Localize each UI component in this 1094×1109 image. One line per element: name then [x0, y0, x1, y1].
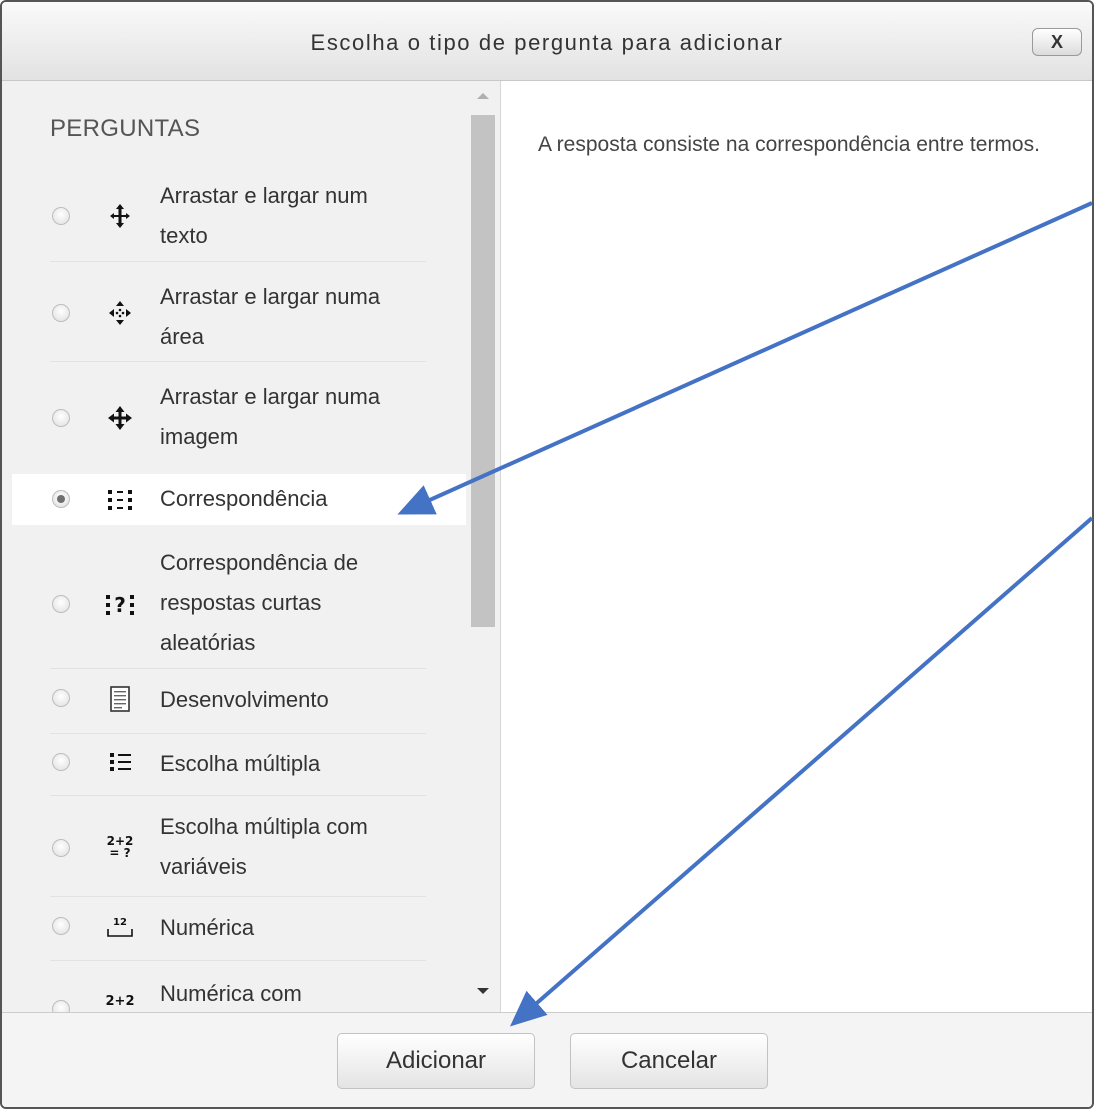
close-button[interactable]: X — [1032, 28, 1082, 56]
option-label: Desenvolvimento — [160, 687, 329, 712]
calculated-icon: 2+2 — [104, 982, 136, 1012]
option-label: Numérica com — [160, 981, 302, 1006]
option-drag-drop-text[interactable]: Arrastar e largar num texto — [50, 171, 426, 262]
option-label: Arrastar e largar numa área — [160, 284, 381, 349]
radio-button[interactable] — [52, 207, 70, 225]
option-label: Escolha múltipla — [160, 751, 321, 776]
formula-bottom-glyph: = ? — [109, 846, 130, 860]
option-drag-drop-area[interactable]: Arrastar e largar numa área — [50, 261, 426, 362]
numerical-icon: 12 — [104, 908, 136, 944]
calculated-multichoice-icon: 2+2 = ? — [104, 829, 136, 865]
section-title: PERGUNTAS — [50, 115, 201, 142]
question-type-list: PERGUNTAS Arrastar e largar num texto Ar… — [2, 81, 466, 1012]
move-area-icon — [104, 295, 136, 331]
option-label: Escolha múltipla com variáveis — [160, 814, 368, 879]
radio-button[interactable] — [52, 595, 70, 613]
move-image-icon — [104, 400, 136, 436]
option-numerical[interactable]: 12 Numérica — [50, 896, 426, 961]
essay-icon — [104, 681, 136, 717]
option-essay[interactable]: Desenvolvimento — [50, 668, 426, 734]
radio-button[interactable] — [52, 753, 70, 771]
radio-button[interactable] — [52, 917, 70, 935]
option-label: Correspondência de respostas curtas alea… — [160, 550, 359, 655]
dialog-title: Escolha o tipo de pergunta para adiciona… — [310, 30, 784, 55]
dialog-footer: Adicionar Cancelar — [2, 1012, 1092, 1107]
random-short-answer-match-icon: ? — [104, 586, 136, 622]
formula-glyph: 2+2 — [106, 994, 135, 1009]
dialog-header: Escolha o tipo de pergunta para adiciona… — [2, 2, 1092, 81]
option-label: Correspondência — [160, 486, 328, 511]
option-label: Arrastar e largar numa imagem — [160, 384, 381, 449]
scroll-down-arrow-icon[interactable] — [477, 988, 489, 994]
add-button[interactable]: Adicionar — [337, 1033, 535, 1089]
description-pane: A resposta consiste na correspondência e… — [501, 81, 1092, 1012]
scroll-up-arrow-icon[interactable] — [477, 93, 489, 99]
cancel-button[interactable]: Cancelar — [570, 1033, 768, 1089]
radio-button[interactable] — [52, 839, 70, 857]
radio-button[interactable] — [52, 1000, 70, 1012]
radio-button[interactable] — [52, 409, 70, 427]
option-matching[interactable]: Correspondência — [12, 474, 466, 525]
list-scrollbar[interactable] — [466, 81, 501, 1012]
option-label: Arrastar e largar num texto — [160, 183, 368, 248]
radio-button-checked[interactable] — [52, 490, 70, 508]
option-calculated[interactable]: 2+2 Numérica com — [50, 960, 426, 1012]
option-label: Numérica — [160, 915, 255, 940]
option-random-short-answer-matching[interactable]: ? Correspondência de respostas curtas al… — [50, 543, 426, 669]
option-drag-drop-image[interactable]: Arrastar e largar numa imagem — [50, 361, 426, 475]
radio-button[interactable] — [52, 689, 70, 707]
option-multiple-choice[interactable]: Escolha múltipla — [50, 733, 426, 796]
question-type-dialog: Escolha o tipo de pergunta para adiciona… — [0, 0, 1094, 1109]
multiple-choice-icon — [104, 744, 136, 780]
scrollbar-thumb[interactable] — [471, 115, 495, 627]
option-calculated-multichoice[interactable]: 2+2 = ? Escolha múltipla com variáveis — [50, 795, 426, 897]
question-mark-glyph: ? — [114, 593, 126, 617]
radio-button[interactable] — [52, 304, 70, 322]
question-type-description: A resposta consiste na correspondência e… — [538, 133, 1040, 156]
numeric-value-glyph: 12 — [113, 917, 127, 928]
close-icon[interactable]: X — [1051, 32, 1063, 53]
move-text-icon — [104, 198, 136, 234]
match-icon — [104, 482, 136, 518]
